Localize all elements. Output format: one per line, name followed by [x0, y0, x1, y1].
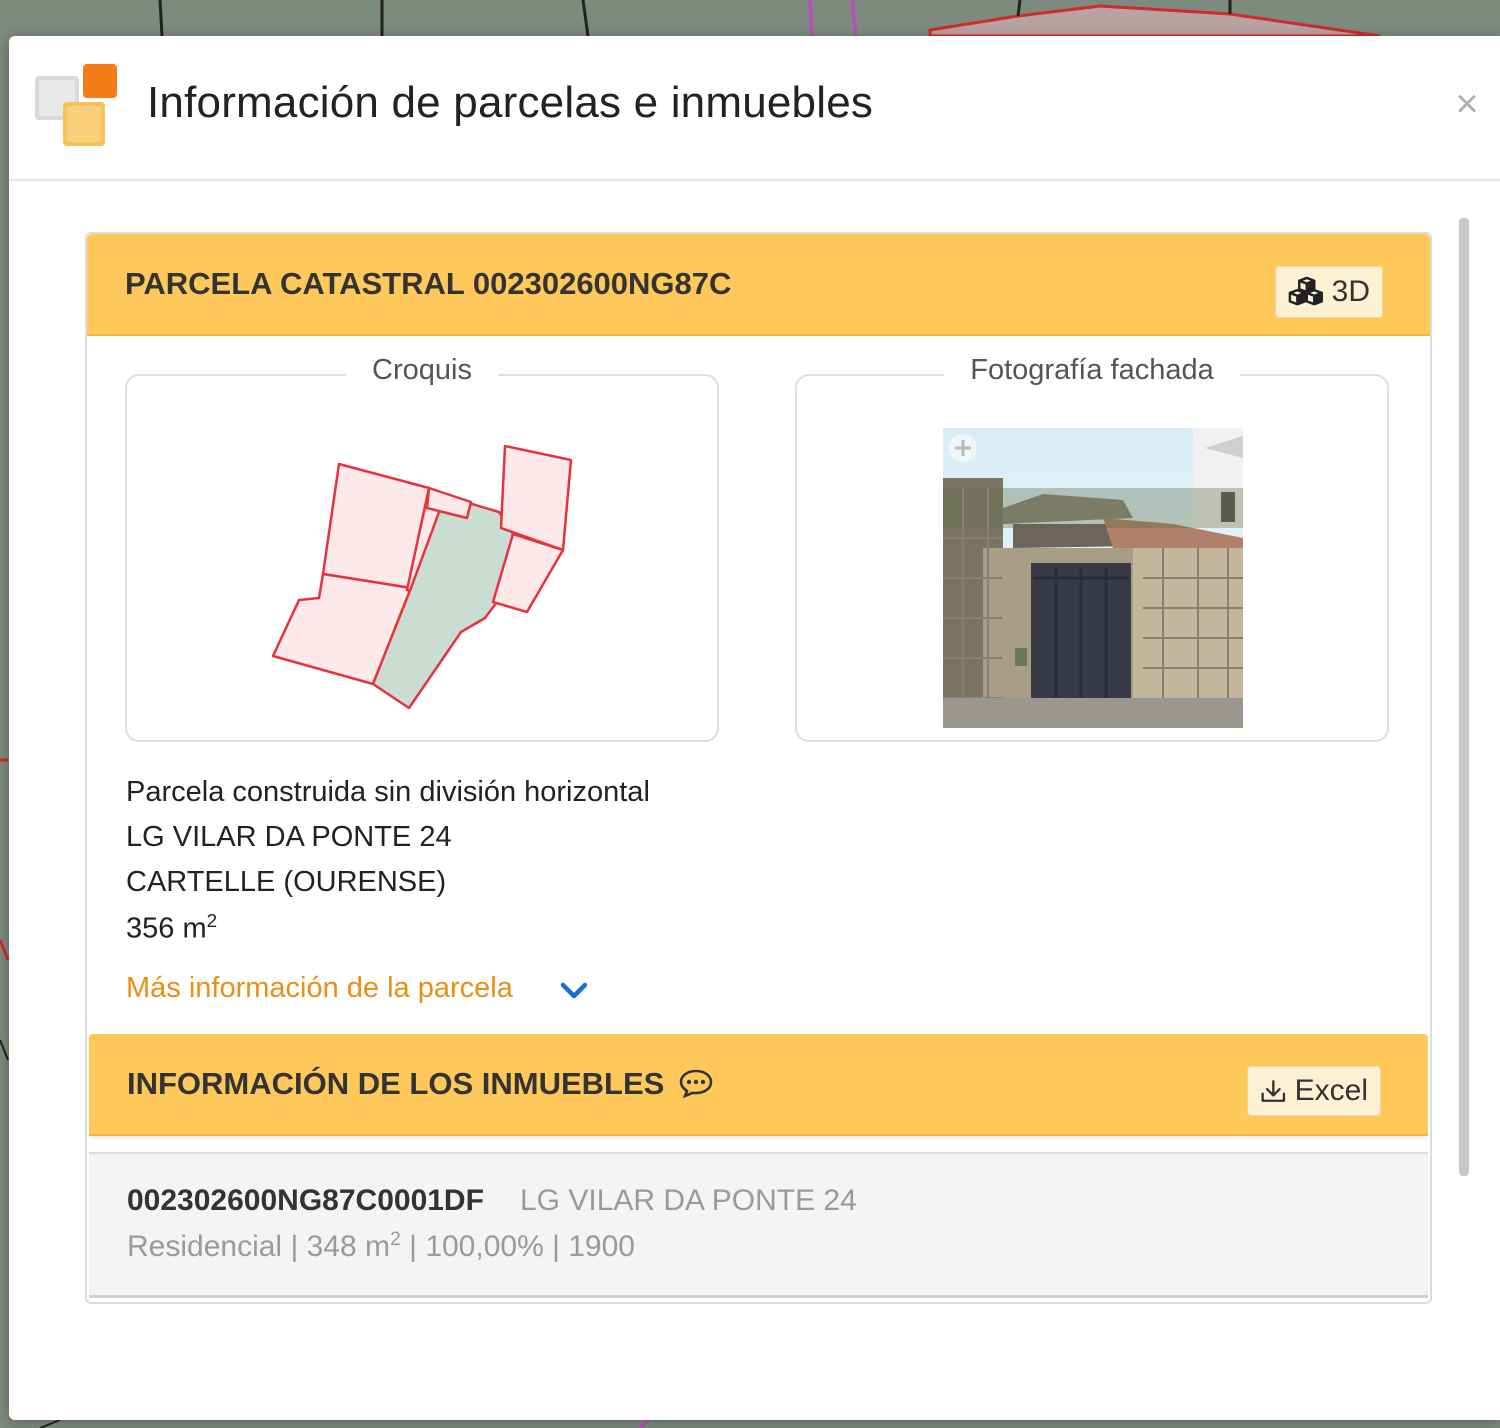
- view-3d-button[interactable]: 3D: [1275, 266, 1383, 318]
- facade-photo[interactable]: [943, 428, 1243, 728]
- parcel-header-bar: PARCELA CATASTRAL 002302600NG87C 3D: [87, 234, 1430, 336]
- property-details: Residencial | 348 m2 | 100,00% | 1900: [127, 1228, 635, 1263]
- download-icon: [1261, 1080, 1286, 1102]
- property-ref[interactable]: 002302600NG87C0001DF: [127, 1184, 484, 1218]
- close-icon[interactable]: ×: [1447, 84, 1487, 124]
- dialog-title: Información de parcelas e inmuebles: [147, 78, 874, 127]
- facade-photo-card: Fotografía fachada: [795, 354, 1389, 742]
- property-row[interactable]: 002302600NG87C0001DF LG VILAR DA PONTE 2…: [89, 1152, 1428, 1298]
- app-logo: [35, 64, 117, 146]
- parcel-panel: PARCELA CATASTRAL 002302600NG87C 3D Croq…: [85, 232, 1432, 1304]
- scrollbar[interactable]: [1459, 218, 1469, 1176]
- more-parcel-info-link[interactable]: Más información de la parcela: [126, 972, 513, 1005]
- chevron-down-icon[interactable]: [559, 980, 589, 1002]
- parcel-heading: PARCELA CATASTRAL 002302600NG87C: [125, 266, 732, 301]
- parcel-area: 356 m2: [126, 910, 218, 945]
- parcel-info-dialog: Información de parcelas e inmuebles × PA…: [9, 36, 1500, 1420]
- properties-header-bar: INFORMACIÓN DE LOS INMUEBLES Excel: [89, 1034, 1428, 1136]
- view-3d-label: 3D: [1331, 275, 1370, 308]
- facade-legend: Fotografía fachada: [944, 354, 1240, 386]
- export-excel-button[interactable]: Excel: [1247, 1066, 1381, 1116]
- sketch-card: Croquis: [125, 354, 719, 742]
- properties-heading: INFORMACIÓN DE LOS INMUEBLES: [127, 1066, 713, 1102]
- parcel-type: Parcela construida sin división horizont…: [126, 776, 650, 808]
- dialog-header: Información de parcelas e inmuebles ×: [9, 36, 1500, 181]
- export-excel-label: Excel: [1294, 1074, 1368, 1107]
- parcel-municipality: CARTELLE (OURENSE): [126, 866, 447, 898]
- parcel-sketch[interactable]: [127, 376, 717, 740]
- parcel-address: LG VILAR DA PONTE 24: [126, 821, 452, 853]
- chat-icon[interactable]: [679, 1068, 713, 1099]
- cubes-icon: [1288, 276, 1323, 306]
- property-address: LG VILAR DA PONTE 24: [520, 1184, 857, 1217]
